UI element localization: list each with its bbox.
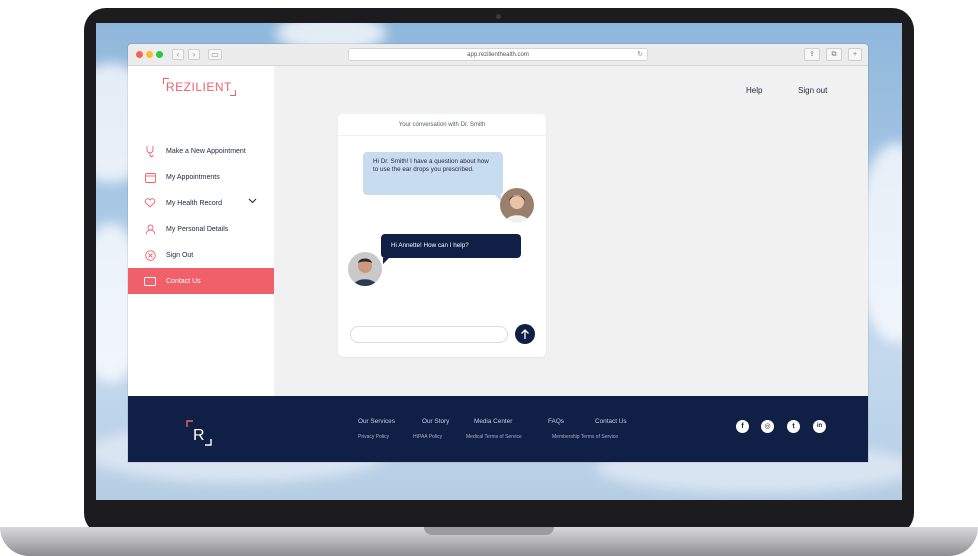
main-content: Help Sign out Your conversation with Dr.… (274, 66, 868, 396)
sidebar-item-health-record[interactable]: My Health Record (128, 190, 274, 216)
message-input[interactable] (350, 326, 508, 343)
url-text: app.rezilienthealth.com (467, 52, 529, 58)
footer-link-hipaa[interactable]: HIPAA Policy (413, 434, 442, 440)
sidebar-item-label: My Personal Details (166, 225, 229, 233)
sidebar-item-sign-out[interactable]: Sign Out (128, 242, 274, 268)
footer-link-medical-terms[interactable]: Medical Terms of Service (466, 434, 522, 440)
rezilient-logo[interactable]: REZILIENT (163, 78, 236, 96)
footer-link-services[interactable]: Our Services (358, 418, 395, 425)
sidebar-item-contact-us[interactable]: Contact Us (128, 268, 274, 294)
footer-link-privacy[interactable]: Privacy Policy (358, 434, 389, 440)
chevron-down-icon[interactable] (248, 198, 257, 206)
sidebar-item-label: My Appointments (166, 173, 220, 181)
back-button[interactable]: ‹ (172, 49, 184, 60)
camera-icon (496, 14, 501, 19)
footer-link-media[interactable]: Media Center (474, 418, 512, 425)
sidebar-item-label: My Health Record (166, 199, 223, 207)
zoom-window-button[interactable] (156, 51, 163, 58)
footer-link-contact[interactable]: Contact Us (595, 418, 627, 425)
footer-logo-letter: R (193, 427, 205, 444)
doctor-avatar (348, 252, 382, 286)
sidebar-item-label: Make a New Appointment (166, 147, 246, 155)
close-window-button[interactable] (136, 51, 143, 58)
sign-out-icon (144, 249, 156, 261)
patient-message-bubble: Hi Dr. Smith! I have a question about ho… (363, 152, 503, 201)
patient-avatar (500, 188, 534, 222)
mail-icon (144, 275, 156, 287)
sidebar: REZILIENT Make a New Appointment My Appo… (128, 66, 274, 396)
new-tab-button[interactable]: + (848, 48, 862, 61)
browser-window: ‹ › ▭ app.rezilienthealth.com ↻ ⇪ ⧉ + RE… (128, 44, 868, 462)
instagram-icon[interactable]: ◎ (761, 420, 774, 433)
footer-link-faqs[interactable]: FAQs (548, 418, 564, 425)
footer: R Our Services Our Story Media Center FA… (128, 396, 868, 462)
sidebar-item-label: Sign Out (166, 251, 194, 259)
send-button[interactable] (515, 324, 535, 344)
sidebar-item-appointments[interactable]: My Appointments (128, 164, 274, 190)
user-icon (144, 223, 156, 235)
facebook-icon[interactable]: f (736, 420, 749, 433)
sidebar-item-personal-details[interactable]: My Personal Details (128, 216, 274, 242)
sidebar-item-new-appointment[interactable]: Make a New Appointment (128, 138, 274, 164)
sidebar-item-label: Contact Us (166, 277, 201, 285)
heart-icon (144, 197, 156, 209)
stethoscope-icon (144, 145, 156, 157)
linkedin-icon[interactable]: in (813, 420, 826, 433)
footer-logo[interactable]: R (184, 418, 214, 453)
laptop-notch (424, 527, 554, 535)
address-bar[interactable]: app.rezilienthealth.com ↻ (348, 48, 648, 61)
web-page: REZILIENT Make a New Appointment My Appo… (128, 66, 868, 462)
footer-link-membership-terms[interactable]: Membership Terms of Service (552, 434, 618, 440)
forward-button[interactable]: › (188, 49, 200, 60)
tabs-overview-button[interactable]: ⧉ (826, 48, 842, 61)
chat-panel: Your conversation with Dr. Smith Hi Dr. … (338, 114, 546, 357)
sidebar-toggle-button[interactable]: ▭ (208, 49, 222, 60)
calendar-icon (144, 171, 156, 183)
sign-out-link[interactable]: Sign out (798, 86, 827, 95)
reload-icon[interactable]: ↻ (637, 49, 643, 61)
doctor-message-bubble: Hi Annette! How can I help? (381, 234, 521, 264)
share-button[interactable]: ⇪ (804, 48, 820, 61)
footer-link-story[interactable]: Our Story (422, 418, 449, 425)
browser-toolbar: ‹ › ▭ app.rezilienthealth.com ↻ ⇪ ⧉ + (128, 44, 868, 66)
twitter-icon[interactable]: t (787, 420, 800, 433)
minimize-window-button[interactable] (146, 51, 153, 58)
help-link[interactable]: Help (746, 86, 762, 95)
arrow-up-icon (521, 328, 529, 339)
chat-title: Your conversation with Dr. Smith (338, 114, 546, 136)
